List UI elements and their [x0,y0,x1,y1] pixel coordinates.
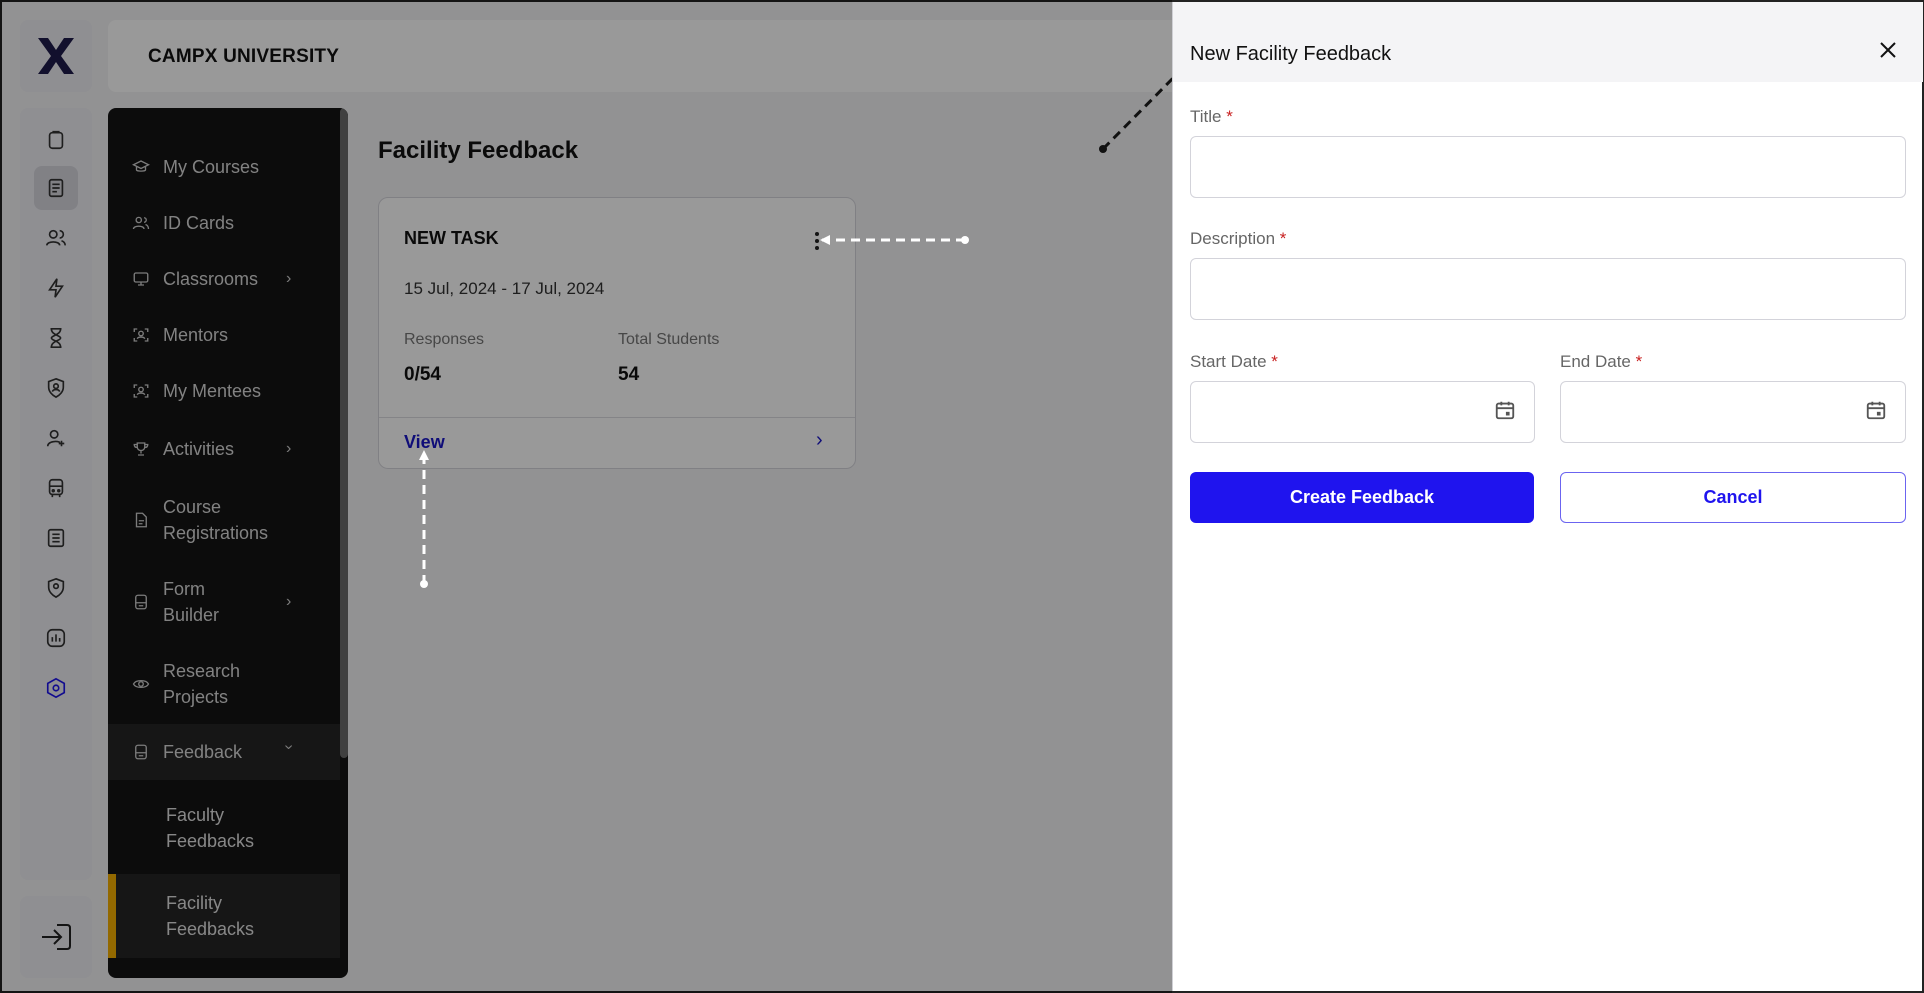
drawer-title: New Facility Feedback [1190,43,1392,65]
calendar-icon[interactable] [1865,399,1887,421]
drawer-header: New Facility Feedback [1173,2,1923,82]
description-input[interactable] [1190,258,1906,320]
start-date-label: Start Date * [1190,352,1278,371]
description-label: Description * [1190,229,1287,248]
calendar-icon[interactable] [1494,399,1516,421]
end-date-input[interactable] [1560,381,1906,443]
close-icon[interactable] [1873,35,1903,65]
start-date-input[interactable] [1190,381,1535,443]
title-label: Title * [1190,107,1233,126]
cancel-button[interactable]: Cancel [1560,472,1906,523]
title-input[interactable] [1190,136,1906,198]
new-feedback-drawer: New Facility Feedback Title * Descriptio… [1172,2,1923,991]
create-feedback-button[interactable]: Create Feedback [1190,472,1534,523]
end-date-label: End Date * [1560,352,1643,371]
modal-overlay[interactable] [0,0,1172,993]
